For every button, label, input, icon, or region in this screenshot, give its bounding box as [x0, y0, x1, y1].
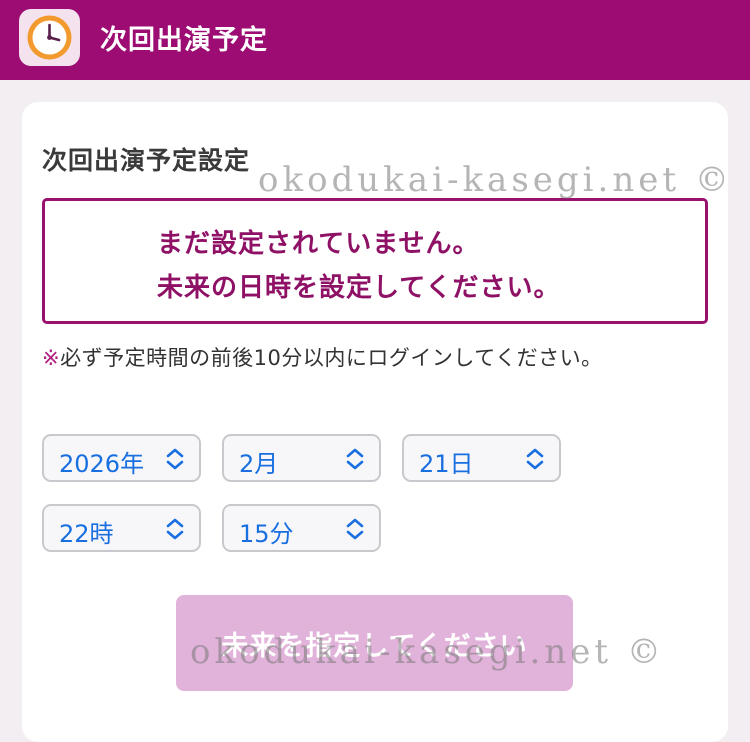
- alert-box: まだ設定されていません。 未来の日時を設定してください。: [42, 198, 708, 324]
- alert-message-line2: 未来の日時を設定してください。: [157, 273, 561, 303]
- header-title: 次回出演予定: [100, 25, 268, 56]
- year-select[interactable]: 2026年: [42, 434, 201, 482]
- day-select[interactable]: 21日: [402, 434, 561, 482]
- hour-select[interactable]: 22時: [42, 504, 201, 552]
- chevron-updown-icon: [346, 518, 364, 540]
- clock-icon[interactable]: [19, 9, 80, 66]
- app-header: 次回出演予定: [0, 0, 750, 80]
- alert-message-line1: まだ設定されていません。: [157, 229, 480, 259]
- chevron-updown-icon: [166, 518, 184, 540]
- chevron-updown-icon: [166, 448, 184, 470]
- note-text: 必ず予定時間の前後10分以内にログインしてください。: [60, 346, 603, 370]
- note-mark: ※: [42, 346, 61, 370]
- day-select-value: 21日: [419, 450, 474, 478]
- login-note: ※必ず予定時間の前後10分以内にログインしてください。: [42, 342, 603, 372]
- year-select-value: 2026年: [59, 450, 145, 478]
- submit-button[interactable]: 未来を指定してください: [176, 595, 573, 691]
- chevron-updown-icon: [526, 448, 544, 470]
- month-select-value: 2月: [239, 450, 279, 478]
- chevron-updown-icon: [346, 448, 364, 470]
- hour-select-value: 22時: [59, 520, 114, 548]
- section-title: 次回出演予定設定: [42, 146, 251, 175]
- minute-select-value: 15分: [239, 520, 294, 548]
- month-select[interactable]: 2月: [222, 434, 381, 482]
- minute-select[interactable]: 15分: [222, 504, 381, 552]
